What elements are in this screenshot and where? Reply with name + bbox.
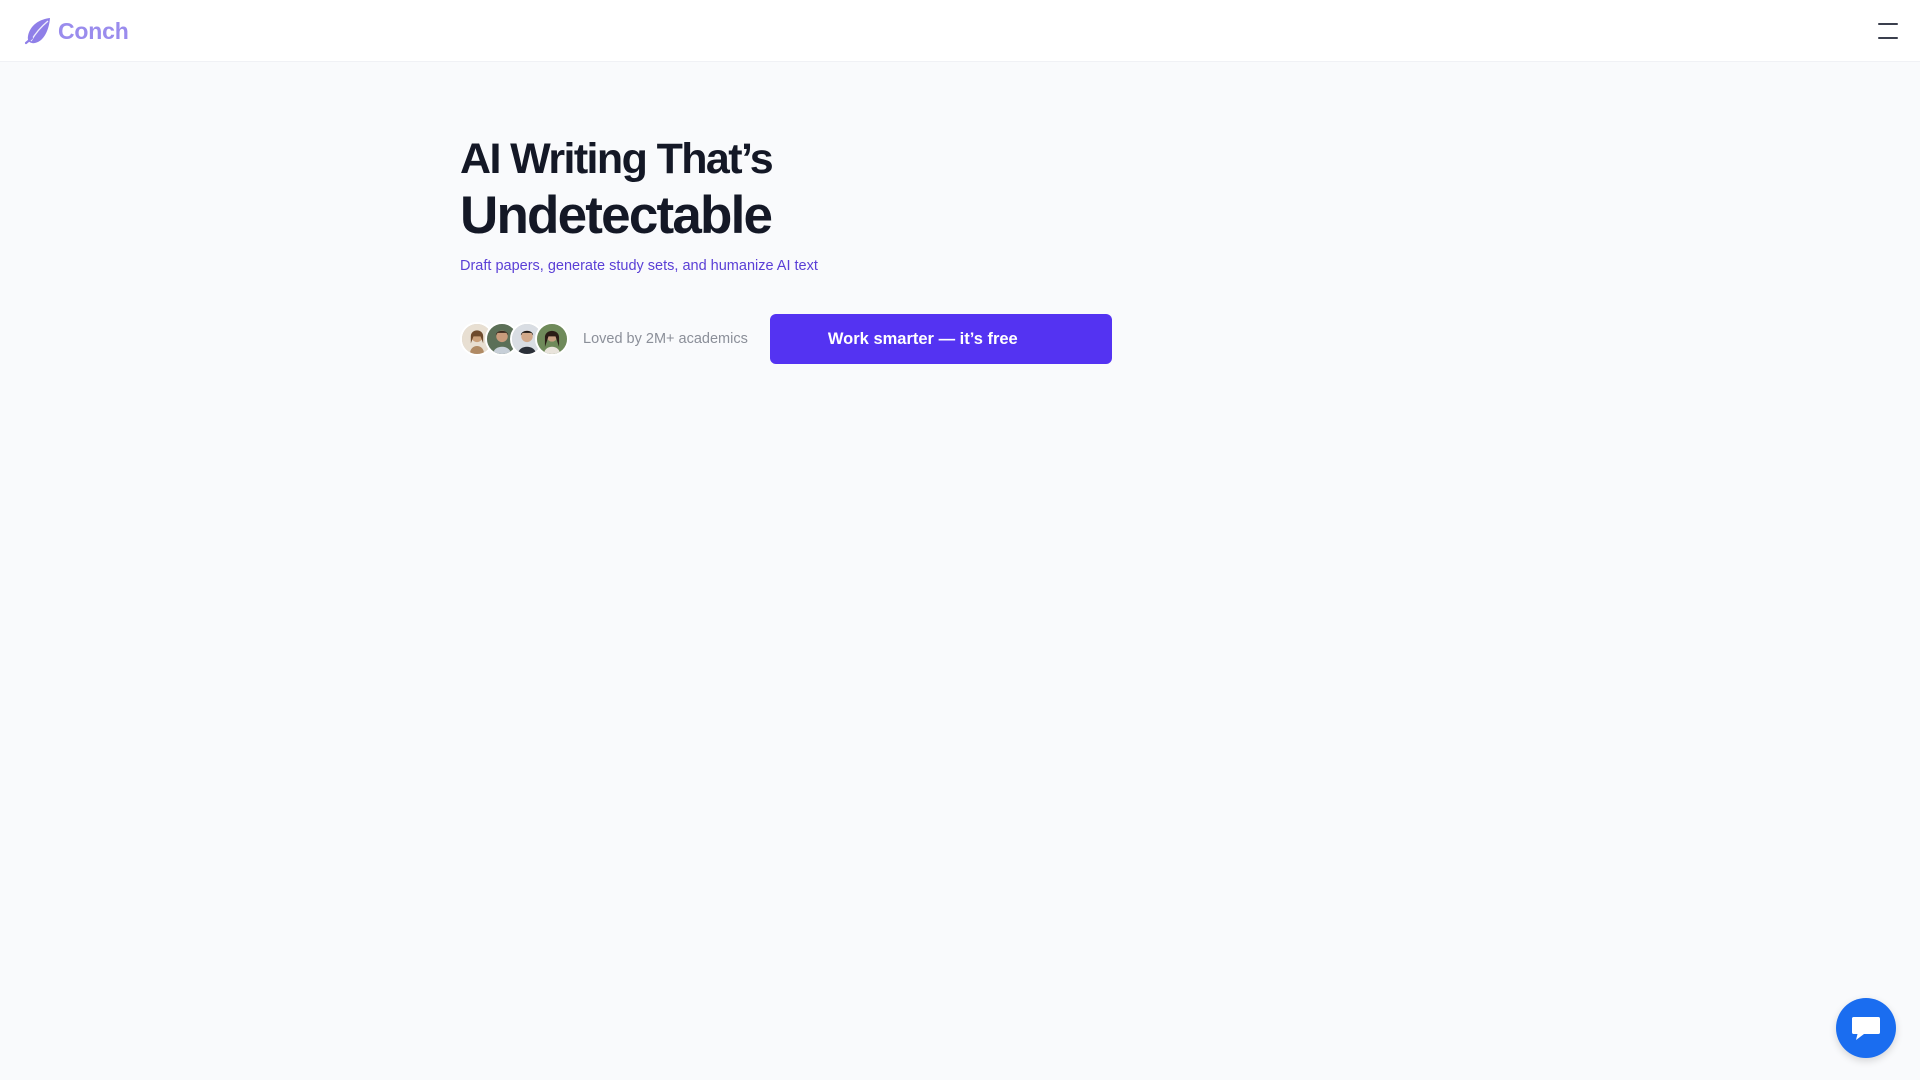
hero-title-line-1: AI Writing That’s [460, 135, 774, 183]
hero-subtitle: Draft papers, generate study sets, and h… [460, 258, 818, 274]
conch-logo[interactable]: Conch [24, 16, 129, 46]
avatar [535, 322, 569, 356]
menu-line-top [1878, 23, 1898, 25]
work-smarter-button[interactable]: Work smarter — it’s free [769, 314, 1112, 364]
social-proof-text: Loved by 2M+ academics [583, 331, 748, 347]
avatar-4 [537, 324, 567, 354]
hero-title-line-2: Undetectable [460, 186, 773, 245]
top-navigation-bar: Conch [0, 0, 1920, 62]
avatar-group [460, 320, 569, 358]
chat-bubble-icon [1852, 1017, 1880, 1040]
cta-row: Loved by 2M+ academics Work smarter — it… [460, 314, 1112, 364]
chat-widget-button[interactable] [1836, 998, 1896, 1058]
hero-text: AI Writing That’s Undetectable Draft pap… [460, 133, 1160, 276]
brand-name: Conch [58, 17, 129, 44]
hamburger-menu-icon[interactable] [1876, 21, 1900, 41]
leaf-shell-icon [24, 18, 50, 45]
menu-line-bottom [1878, 37, 1898, 39]
